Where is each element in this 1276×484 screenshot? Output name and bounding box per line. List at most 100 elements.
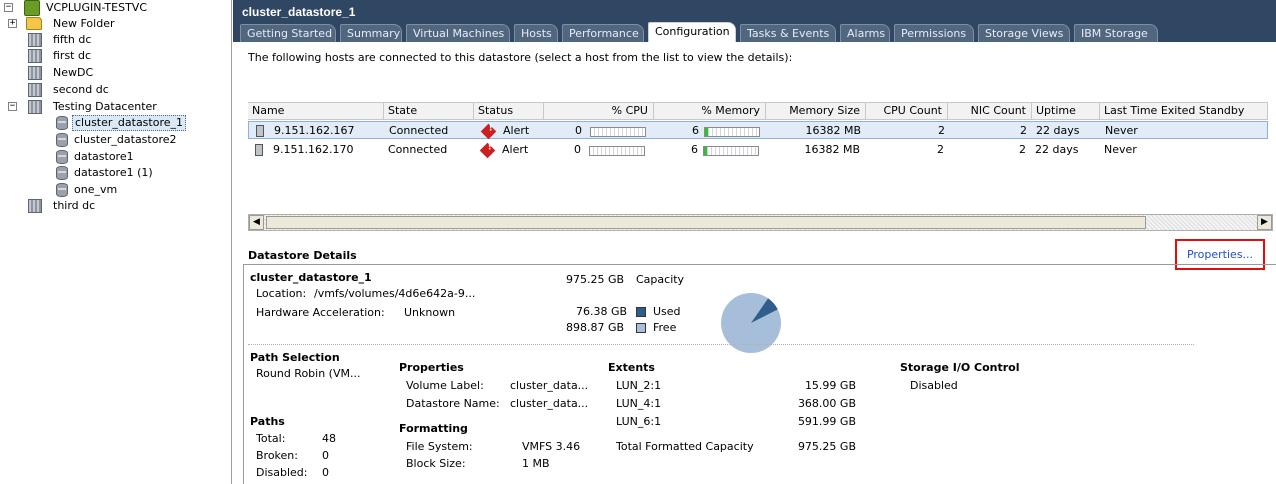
- paths-disabled-value: 0: [322, 466, 329, 479]
- tab-performance[interactable]: Performance: [562, 24, 644, 42]
- location-value: /vmfs/volumes/4d6e642a-9...: [314, 287, 476, 300]
- host-cpu: 0: [574, 143, 581, 156]
- scrollbar-thumb[interactable]: [266, 216, 1146, 229]
- details-divider: [248, 344, 1194, 345]
- free-legend-swatch: [636, 323, 646, 333]
- tree-label: VCPLUGIN-TESTVC: [46, 1, 148, 14]
- datacenter-icon: [28, 66, 42, 80]
- scroll-right-icon[interactable]: ▶: [1257, 215, 1272, 230]
- cpu-usage-bar: [590, 127, 646, 137]
- datastore-details-heading: Datastore Details: [248, 249, 357, 262]
- column-header-cpu[interactable]: % CPU: [544, 103, 654, 120]
- host-nic-count: 2: [1020, 124, 1027, 137]
- column-header-memory[interactable]: % Memory: [654, 103, 766, 120]
- extent-size: 15.99 GB: [804, 379, 856, 392]
- tree-label: New Folder: [53, 17, 115, 30]
- paths-total-label: Total:: [256, 432, 286, 445]
- used-legend-swatch: [636, 307, 646, 317]
- paths-broken-value: 0: [322, 449, 329, 462]
- total-formatted-capacity-value: 975.25 GB: [797, 440, 856, 453]
- extents-heading: Extents: [608, 361, 655, 374]
- title-bar: cluster_datastore_1 Getting Started Summ…: [233, 0, 1276, 42]
- free-label: Free: [653, 321, 677, 334]
- tab-storage-views[interactable]: Storage Views: [978, 24, 1070, 42]
- column-header-last-exited-standby[interactable]: Last Time Exited Standby: [1100, 103, 1268, 120]
- host-name: 9.151.162.170: [273, 143, 354, 156]
- tab-hosts[interactable]: Hosts: [514, 24, 558, 42]
- tree-label: NewDC: [53, 66, 94, 79]
- scroll-left-icon[interactable]: ◀: [249, 215, 264, 230]
- column-header-state[interactable]: State: [384, 103, 474, 120]
- paths-broken-label: Broken:: [256, 449, 298, 462]
- collapse-icon[interactable]: −: [8, 102, 17, 111]
- memory-usage-bar: [704, 127, 760, 137]
- memory-usage-fill: [704, 147, 708, 155]
- free-value: 898.87 GB: [566, 321, 625, 334]
- cpu-usage-bar: [589, 146, 645, 156]
- capacity-label: Capacity: [636, 273, 685, 286]
- datastore-icon: [56, 150, 68, 164]
- host-memory: 6: [691, 143, 698, 156]
- table-row[interactable]: 9.151.162.167 Connected ! Alert 0 6 1638…: [248, 121, 1268, 140]
- host-last-standby: Never: [1105, 124, 1138, 137]
- block-size-label: Block Size:: [406, 457, 466, 470]
- column-header-nic-count[interactable]: NIC Count: [948, 103, 1032, 120]
- tree-label: cluster_datastore_1: [72, 115, 187, 131]
- host-icon: [255, 144, 263, 156]
- horizontal-scrollbar[interactable]: ◀ ▶: [248, 214, 1273, 231]
- host-memory-size: 16382 MB: [804, 143, 860, 156]
- expand-icon[interactable]: +: [8, 19, 17, 28]
- column-header-memory-size[interactable]: Memory Size: [766, 103, 866, 120]
- alert-icon: !: [480, 124, 497, 140]
- datacenter-icon: [28, 33, 42, 47]
- datacenter-icon: [28, 199, 42, 213]
- capacity-value: 975.25 GB: [566, 273, 625, 286]
- datacenter-icon: [28, 100, 42, 114]
- tree-label: fifth dc: [53, 33, 92, 46]
- host-last-standby: Never: [1104, 143, 1137, 156]
- volume-label-label: Volume Label:: [406, 379, 484, 392]
- extent-name: LUN_4:1: [616, 397, 662, 410]
- datacenter-icon: [28, 49, 42, 63]
- path-selection-value: Round Robin (VM...: [256, 367, 361, 380]
- tab-virtual-machines[interactable]: Virtual Machines: [406, 24, 510, 42]
- host-nic-count: 2: [1019, 143, 1026, 156]
- tab-permissions[interactable]: Permissions: [894, 24, 974, 42]
- tab-alarms[interactable]: Alarms: [840, 24, 890, 42]
- extent-name: LUN_2:1: [616, 379, 662, 392]
- tab-summary[interactable]: Summary: [340, 24, 402, 42]
- tree-label: Testing Datacenter: [53, 100, 157, 113]
- datastore-icon: [56, 166, 68, 180]
- tab-getting-started[interactable]: Getting Started: [240, 24, 336, 42]
- tab-configuration[interactable]: Configuration: [648, 22, 736, 42]
- hardware-acceleration-label: Hardware Acceleration:: [256, 306, 385, 319]
- tab-tasks-events[interactable]: Tasks & Events: [740, 24, 836, 42]
- hosts-table: Name State Status % CPU % Memory Memory …: [248, 102, 1276, 222]
- table-header: Name State Status % CPU % Memory Memory …: [248, 102, 1268, 120]
- column-header-cpu-count[interactable]: CPU Count: [866, 103, 948, 120]
- location-label: Location:: [256, 287, 307, 300]
- folder-icon: [26, 17, 42, 30]
- datastore-icon: [56, 183, 68, 197]
- column-header-name[interactable]: Name: [248, 103, 384, 120]
- host-name: 9.151.162.167: [274, 124, 355, 137]
- paths-total-value: 48: [322, 432, 336, 445]
- path-selection-heading: Path Selection: [250, 351, 340, 364]
- table-row[interactable]: 9.151.162.170 Connected ! Alert 0 6 1638…: [248, 141, 1268, 159]
- collapse-icon[interactable]: −: [4, 3, 13, 12]
- volume-label-value: cluster_data...: [510, 379, 589, 392]
- datastore-details-panel: cluster_datastore_1 Location: /vmfs/volu…: [243, 264, 1276, 484]
- used-label: Used: [653, 305, 681, 318]
- column-header-uptime[interactable]: Uptime: [1032, 103, 1100, 120]
- tab-ibm-storage[interactable]: IBM Storage: [1074, 24, 1158, 42]
- paths-heading: Paths: [250, 415, 285, 428]
- host-icon: [256, 125, 264, 137]
- datastore-name: cluster_datastore_1: [250, 271, 372, 284]
- column-header-status[interactable]: Status: [474, 103, 544, 120]
- main-pane: cluster_datastore_1 Getting Started Summ…: [233, 0, 1276, 484]
- inventory-tree: − VCPLUGIN-TESTVC + New Folder fifth dc …: [0, 0, 232, 484]
- total-formatted-capacity-label: Total Formatted Capacity: [616, 440, 754, 453]
- datastore-name-label: Datastore Name:: [406, 397, 500, 410]
- configuration-content: The following hosts are connected to thi…: [233, 42, 1276, 484]
- datastore-icon: [56, 116, 68, 130]
